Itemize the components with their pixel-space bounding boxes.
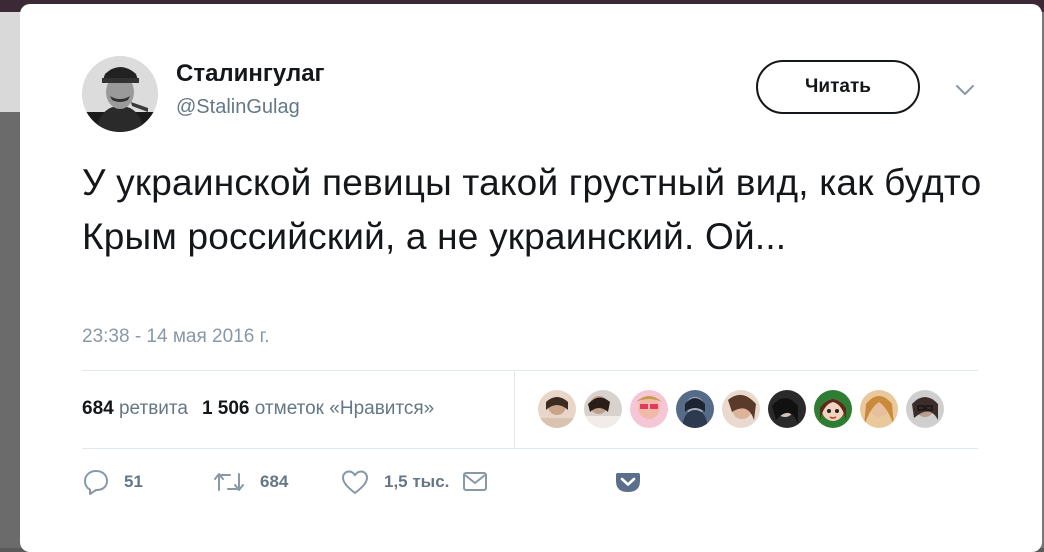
liker-avatar[interactable] — [768, 390, 806, 428]
retweet-button[interactable]: 684 — [212, 468, 288, 496]
likes-label[interactable]: отметок «Нравится» — [255, 398, 434, 419]
stats-vertical-divider — [514, 372, 515, 448]
retweet-count: 684 — [260, 472, 289, 491]
author-handle[interactable]: @StalinGulag — [176, 96, 300, 119]
retweets-count[interactable]: 684 — [82, 398, 114, 419]
liker-avatar[interactable] — [906, 390, 944, 428]
tweet-text: У украинской певицы такой грустный вид, … — [82, 162, 982, 257]
follow-button[interactable]: Читать — [756, 60, 920, 114]
heart-icon — [342, 470, 368, 494]
tweet-timestamp[interactable]: 23:38 - 14 мая 2016 г. — [82, 326, 269, 348]
message-icon[interactable] — [461, 470, 489, 494]
chevron-down-icon[interactable] — [954, 82, 976, 98]
likes-count[interactable]: 1 506 — [202, 398, 250, 419]
page-background-left — [0, 12, 22, 548]
tweet-stats: 684 ретвита 1 506 отметок «Нравится» — [82, 398, 434, 420]
liker-avatar[interactable] — [584, 390, 622, 428]
retweets-label[interactable]: ретвита — [119, 398, 188, 419]
pocket-icon — [616, 473, 640, 492]
tweet-card: Сталингулаг @StalinGulag Читать У украин… — [20, 4, 1042, 552]
like-button[interactable]: 1,5 тыс. — [340, 468, 489, 496]
reply-count: 51 — [124, 472, 143, 491]
avatar-portrait — [82, 56, 158, 132]
author-name[interactable]: Сталингулаг — [176, 60, 325, 88]
liker-avatar[interactable] — [630, 390, 668, 428]
liker-avatar[interactable] — [538, 390, 576, 428]
liker-avatar[interactable] — [722, 390, 760, 428]
reply-button[interactable]: 51 — [82, 468, 143, 496]
stats-divider-top — [82, 370, 978, 371]
liker-avatar[interactable] — [814, 390, 852, 428]
page-background-strip — [0, 12, 22, 112]
stats-divider-bottom — [82, 448, 978, 449]
reply-icon — [84, 470, 108, 495]
tweet-actions: 51 684 1,5 тыс. — [82, 468, 642, 504]
retweet-icon — [214, 473, 244, 491]
like-count: 1,5 тыс. — [384, 472, 450, 491]
pocket-button[interactable] — [614, 468, 642, 496]
avatar[interactable] — [82, 56, 158, 132]
liker-avatar[interactable] — [860, 390, 898, 428]
liker-avatar[interactable] — [676, 390, 714, 428]
